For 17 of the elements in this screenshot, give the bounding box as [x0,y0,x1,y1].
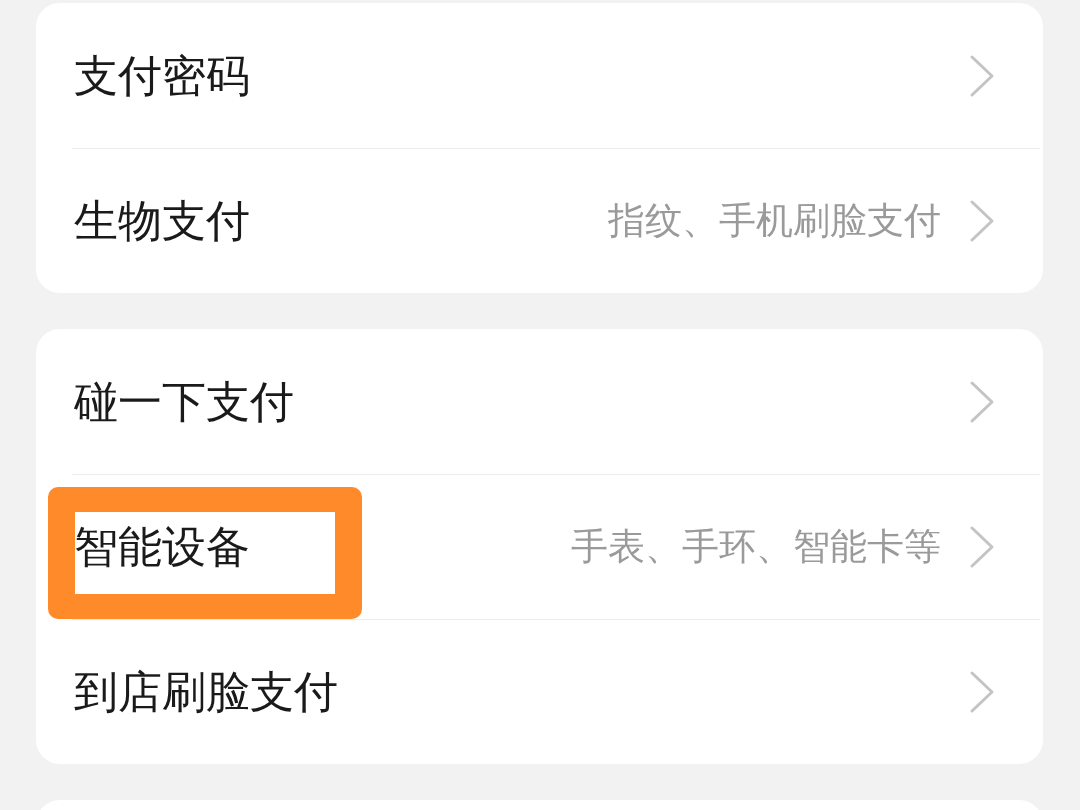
row-label: 智能设备 [74,519,250,574]
settings-row[interactable]: 智能设备 手表、手环、智能卡等 [36,474,1043,619]
settings-row[interactable]: 生物支付 指纹、手机刷脸支付 [36,148,1043,293]
chevron-right-icon [969,524,995,569]
row-label: 生物支付 [74,193,250,248]
chevron-right-icon [969,53,995,98]
row-value: 手表、手环、智能卡等 [571,523,941,570]
row-label: 碰一下支付 [74,374,294,429]
row-label: 到店刷脸支付 [74,664,338,719]
settings-row[interactable]: 碰一下支付 [36,329,1043,474]
settings-row[interactable]: 到店刷脸支付 [36,619,1043,764]
row-label: 支付密码 [74,48,250,103]
chevron-right-icon [969,669,995,714]
settings-row[interactable]: 支付密码 [36,3,1043,148]
chevron-right-icon [969,198,995,243]
chevron-right-icon [969,379,995,424]
row-value: 指纹、手机刷脸支付 [608,197,941,244]
